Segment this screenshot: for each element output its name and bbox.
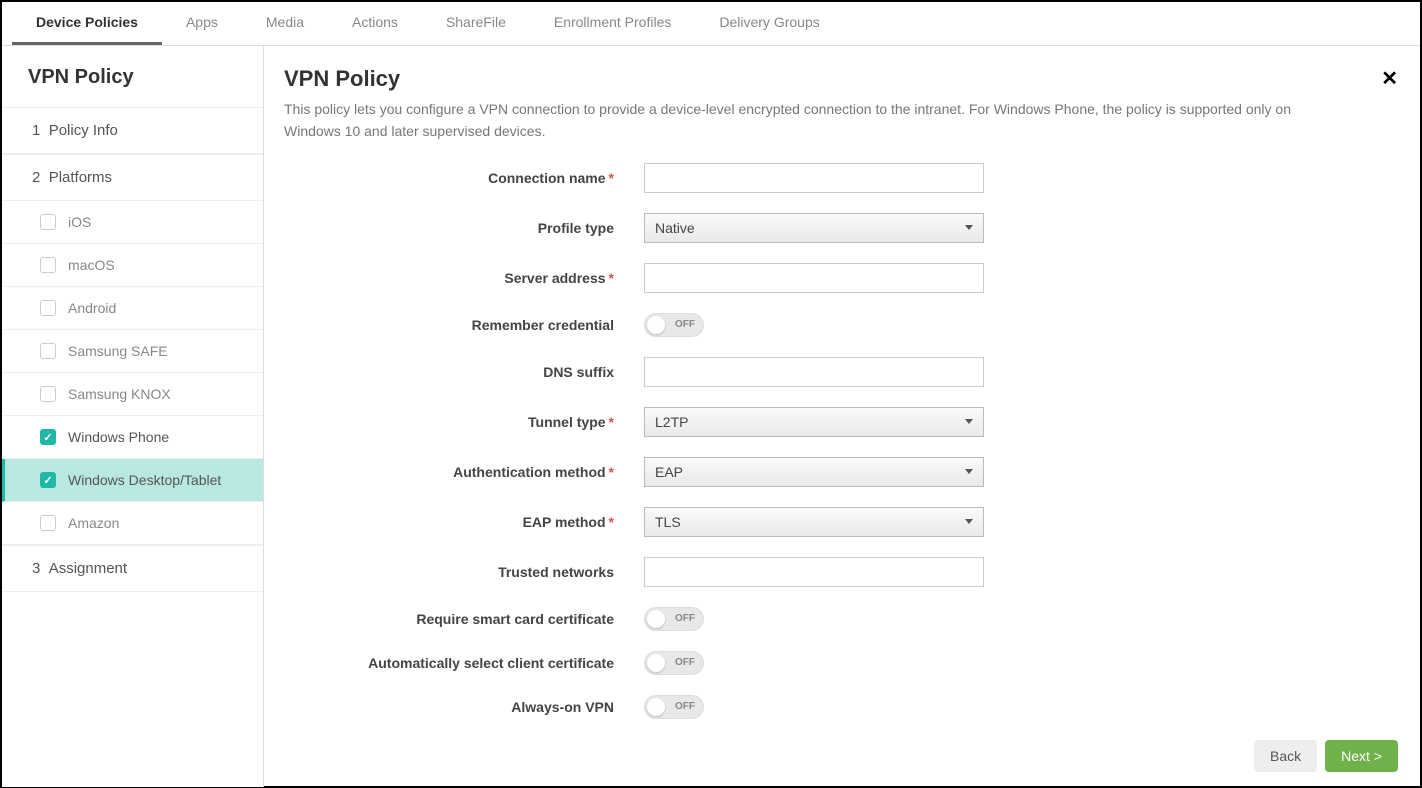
platform-label: iOS bbox=[68, 214, 91, 230]
tab-enrollment-profiles[interactable]: Enrollment Profiles bbox=[530, 2, 696, 45]
input-connection-name[interactable] bbox=[644, 163, 984, 193]
input-trusted-networks[interactable] bbox=[644, 557, 984, 587]
step-label: Policy Info bbox=[49, 122, 118, 139]
input-dns-suffix[interactable] bbox=[644, 357, 984, 387]
label-auto-select-cert: Automatically select client certificate bbox=[284, 655, 644, 671]
top-tabs: Device Policies Apps Media Actions Share… bbox=[2, 2, 1420, 46]
checkbox-icon[interactable] bbox=[40, 429, 56, 445]
step-num: 1 bbox=[32, 122, 40, 139]
sidebar-platform-samsung-safe[interactable]: Samsung SAFE bbox=[2, 330, 263, 373]
platform-label: Windows Desktop/Tablet bbox=[68, 472, 221, 488]
page-title: VPN Policy bbox=[284, 66, 1390, 92]
label-auth-method: Authentication method* bbox=[284, 464, 644, 480]
toggle-remember-credential[interactable]: OFF bbox=[644, 313, 704, 337]
checkbox-icon[interactable] bbox=[40, 300, 56, 316]
sidebar-platform-samsung-knox[interactable]: Samsung KNOX bbox=[2, 373, 263, 416]
step-num: 3 bbox=[32, 560, 40, 577]
label-trusted-networks: Trusted networks bbox=[284, 564, 644, 580]
page-description: This policy lets you configure a VPN con… bbox=[284, 98, 1334, 143]
sidebar-step-platforms[interactable]: 2 Platforms bbox=[2, 154, 263, 201]
main-panel: ✕ VPN Policy This policy lets you config… bbox=[264, 46, 1420, 787]
close-icon[interactable]: ✕ bbox=[1381, 66, 1398, 91]
input-server-address[interactable] bbox=[644, 263, 984, 293]
label-remember-credential: Remember credential bbox=[284, 317, 644, 333]
select-tunnel-type[interactable]: L2TP bbox=[644, 407, 984, 437]
tab-delivery-groups[interactable]: Delivery Groups bbox=[695, 2, 843, 45]
checkbox-icon[interactable] bbox=[40, 343, 56, 359]
tab-media[interactable]: Media bbox=[242, 2, 328, 45]
select-profile-type[interactable]: Native bbox=[644, 213, 984, 243]
toggle-auto-select-cert[interactable]: OFF bbox=[644, 651, 704, 675]
sidebar-platform-windows-desktop[interactable]: Windows Desktop/Tablet bbox=[2, 459, 263, 502]
select-auth-method[interactable]: EAP bbox=[644, 457, 984, 487]
caret-down-icon bbox=[965, 225, 973, 230]
back-button[interactable]: Back bbox=[1254, 740, 1317, 772]
select-value: EAP bbox=[655, 464, 683, 480]
toggle-require-smartcard[interactable]: OFF bbox=[644, 607, 704, 631]
select-value: TLS bbox=[655, 514, 681, 530]
next-button[interactable]: Next > bbox=[1325, 740, 1398, 772]
checkbox-icon[interactable] bbox=[40, 386, 56, 402]
select-value: Native bbox=[655, 220, 695, 236]
tab-apps[interactable]: Apps bbox=[162, 2, 242, 45]
sidebar-step-policy-info[interactable]: 1 Policy Info bbox=[2, 107, 263, 154]
sidebar-title: VPN Policy bbox=[2, 46, 263, 107]
step-num: 2 bbox=[32, 169, 40, 186]
platform-label: Android bbox=[68, 300, 116, 316]
label-require-smartcard: Require smart card certificate bbox=[284, 611, 644, 627]
label-profile-type: Profile type bbox=[284, 220, 644, 236]
tab-device-policies[interactable]: Device Policies bbox=[12, 2, 162, 45]
checkbox-icon[interactable] bbox=[40, 257, 56, 273]
checkbox-icon[interactable] bbox=[40, 472, 56, 488]
checkbox-icon[interactable] bbox=[40, 515, 56, 531]
toggle-always-on[interactable]: OFF bbox=[644, 695, 704, 719]
platform-label: Amazon bbox=[68, 515, 119, 531]
platform-label: Samsung SAFE bbox=[68, 343, 168, 359]
label-eap-method: EAP method* bbox=[284, 514, 644, 530]
sidebar-platform-windows-phone[interactable]: Windows Phone bbox=[2, 416, 263, 459]
label-server-address: Server address* bbox=[284, 270, 644, 286]
sidebar-platform-macos[interactable]: macOS bbox=[2, 244, 263, 287]
tab-actions[interactable]: Actions bbox=[328, 2, 422, 45]
sidebar-platform-ios[interactable]: iOS bbox=[2, 201, 263, 244]
platform-label: macOS bbox=[68, 257, 115, 273]
step-label: Assignment bbox=[49, 560, 127, 577]
select-value: L2TP bbox=[655, 414, 688, 430]
step-label: Platforms bbox=[49, 169, 112, 186]
tab-sharefile[interactable]: ShareFile bbox=[422, 2, 530, 45]
caret-down-icon bbox=[965, 419, 973, 424]
sidebar: VPN Policy 1 Policy Info 2 Platforms iOS… bbox=[2, 46, 264, 787]
select-eap-method[interactable]: TLS bbox=[644, 507, 984, 537]
checkbox-icon[interactable] bbox=[40, 214, 56, 230]
footer: Back Next > bbox=[266, 728, 1418, 784]
label-always-on: Always-on VPN bbox=[284, 699, 644, 715]
platform-label: Samsung KNOX bbox=[68, 386, 171, 402]
label-dns-suffix: DNS suffix bbox=[284, 364, 644, 380]
platform-label: Windows Phone bbox=[68, 429, 169, 445]
sidebar-step-assignment[interactable]: 3 Assignment bbox=[2, 545, 263, 592]
label-tunnel-type: Tunnel type* bbox=[284, 414, 644, 430]
sidebar-platform-android[interactable]: Android bbox=[2, 287, 263, 330]
caret-down-icon bbox=[965, 469, 973, 474]
sidebar-platform-amazon[interactable]: Amazon bbox=[2, 502, 263, 545]
caret-down-icon bbox=[965, 519, 973, 524]
label-connection-name: Connection name* bbox=[284, 170, 644, 186]
